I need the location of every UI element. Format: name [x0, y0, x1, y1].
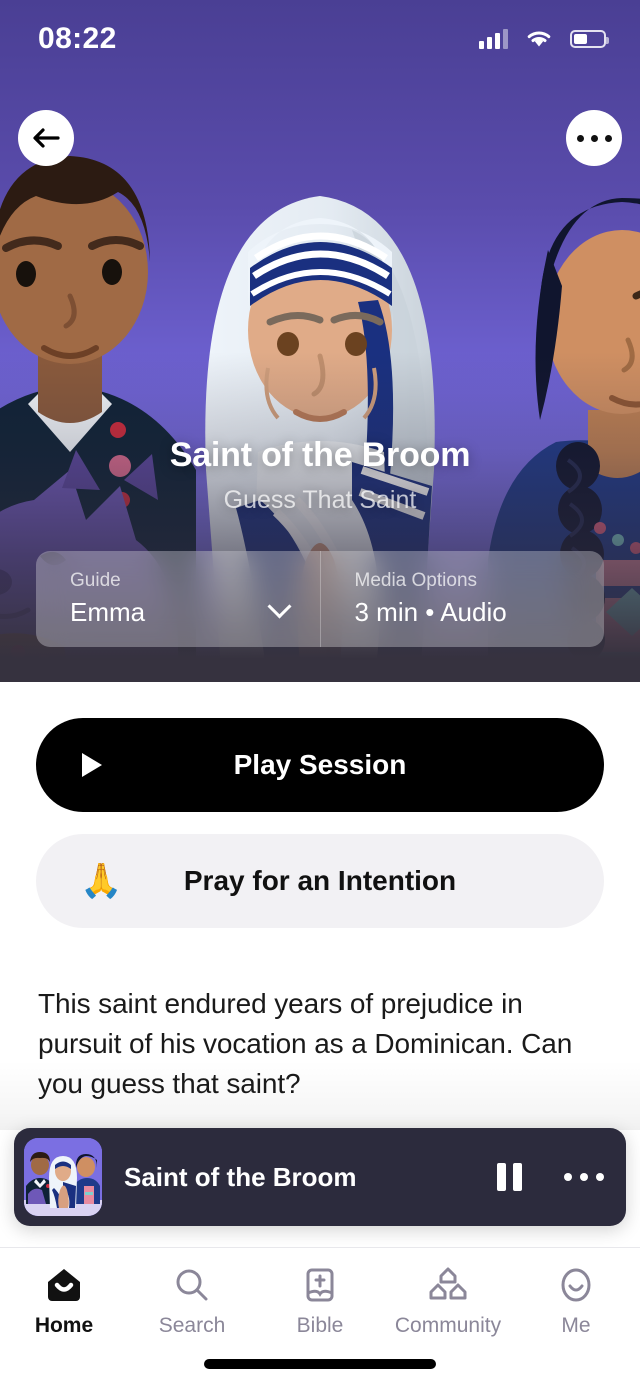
play-session-button[interactable]: Play Session — [36, 718, 604, 812]
search-icon — [172, 1264, 212, 1306]
tab-home-label: Home — [34, 1314, 94, 1337]
play-session-label: Play Session — [233, 749, 407, 780]
session-series-subtitle: Guess That Saint — [223, 486, 417, 514]
pray-for-intention-label: Pray for an Intention — [183, 865, 457, 896]
session-description: This saint endured years of prejudice in… — [38, 988, 573, 1099]
tab-search[interactable]: Search — [128, 1264, 256, 1338]
tab-home[interactable]: Home — [0, 1264, 128, 1338]
more-options-button[interactable] — [566, 110, 622, 166]
pray-for-intention-button[interactable]: 🙏 Pray for an Intention — [36, 834, 604, 928]
home-icon — [44, 1264, 84, 1306]
guide-label: Guide — [70, 570, 121, 591]
session-title: Saint of the Broom — [169, 436, 471, 474]
mini-player-title: Saint of the Broom — [124, 1161, 357, 1192]
cellular-signal-icon — [479, 29, 508, 49]
profile-icon — [556, 1264, 596, 1306]
bible-icon — [300, 1264, 340, 1306]
session-options-bar: Guide Emma Media Options 3 min • Audio — [36, 551, 604, 647]
session-artwork-thumbnail — [24, 1138, 102, 1216]
wifi-icon — [527, 31, 551, 47]
community-icon — [426, 1264, 470, 1306]
app-screen: 08:22 Saint of the Broom Guess That Sain… — [0, 0, 640, 1387]
tab-bible[interactable]: Bible — [256, 1264, 384, 1338]
media-options-label: Media Options — [354, 570, 478, 591]
mini-player[interactable]: Saint of the Broom — [14, 1128, 626, 1226]
session-content: Play Session 🙏 Pray for an Intention Thi… — [0, 682, 640, 1104]
tab-me[interactable]: Me — [512, 1264, 640, 1338]
media-options-selector[interactable]: Media Options 3 min • Audio — [319, 551, 605, 647]
play-icon — [82, 753, 102, 777]
thumbnail-art — [24, 1138, 102, 1216]
tab-community[interactable]: Community — [384, 1264, 512, 1338]
status-time: 08:22 — [38, 22, 117, 55]
pause-button[interactable] — [497, 1163, 522, 1191]
battery-icon — [570, 30, 609, 48]
status-bar: 08:22 — [0, 0, 640, 78]
tab-search-label: Search — [158, 1314, 226, 1337]
status-icons — [479, 28, 609, 50]
guide-selector[interactable]: Guide Emma — [36, 551, 320, 647]
tab-me-label: Me — [561, 1314, 591, 1337]
tab-bible-label: Bible — [296, 1314, 344, 1337]
back-arrow-icon — [33, 128, 60, 148]
media-options-value: 3 min • Audio — [354, 596, 507, 627]
back-button[interactable] — [18, 110, 74, 166]
tab-community-label: Community — [394, 1314, 502, 1337]
hero-banner: 08:22 Saint of the Broom Guess That Sain… — [0, 0, 640, 682]
praying-hands-icon: 🙏 — [80, 862, 123, 900]
mini-player-more-button[interactable] — [564, 1173, 604, 1181]
more-options-icon — [576, 134, 612, 142]
home-indicator — [204, 1359, 436, 1369]
